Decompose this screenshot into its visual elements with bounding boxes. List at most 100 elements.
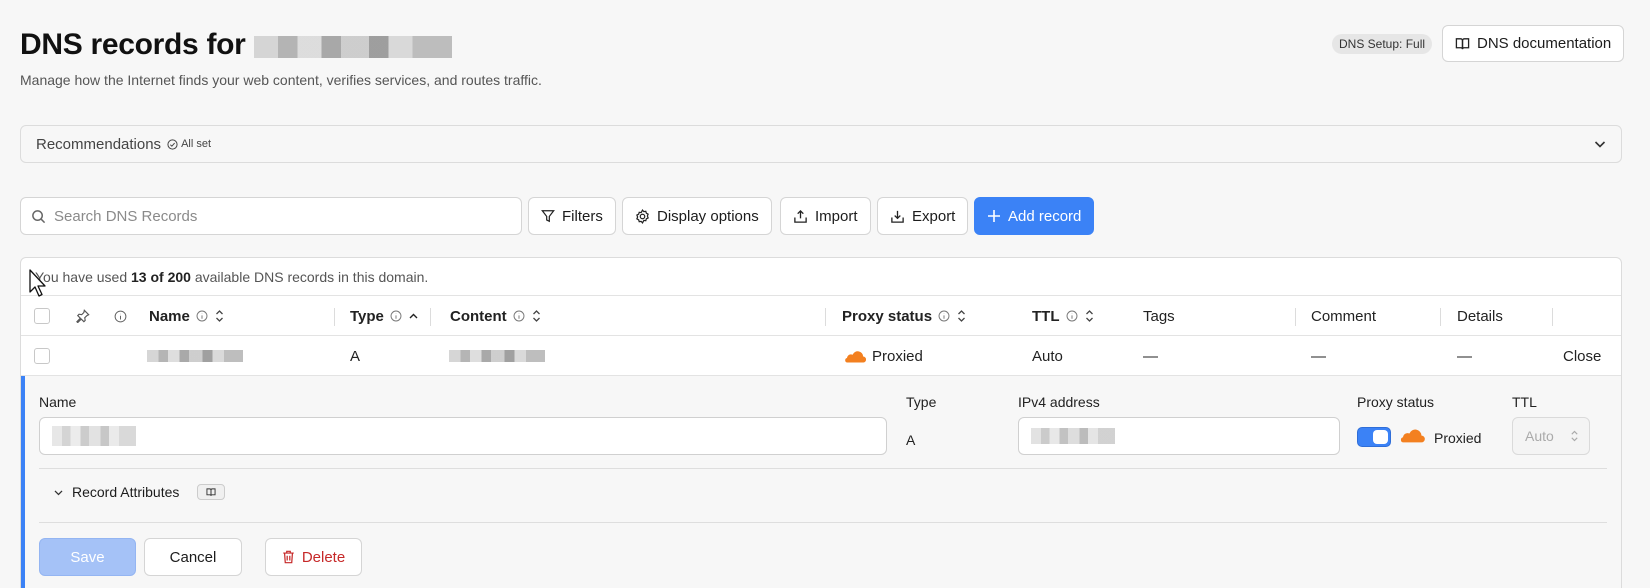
column-header-content[interactable]: Content — [450, 296, 542, 336]
sort-icon[interactable] — [956, 309, 967, 323]
recommendations-badge-text: All set — [181, 138, 212, 150]
column-header-name[interactable]: Name — [149, 296, 225, 336]
cancel-button[interactable]: Cancel — [144, 538, 242, 576]
display-options-label: Display options — [657, 207, 759, 225]
row-proxy-status-label: Proxied — [872, 347, 923, 365]
column-header-name-label: Name — [149, 307, 190, 325]
column-divider — [1295, 308, 1296, 326]
mouse-cursor-icon — [29, 269, 46, 297]
check-circle-icon — [167, 138, 178, 150]
filter-icon — [541, 210, 555, 223]
info-icon — [938, 310, 950, 322]
import-label: Import — [815, 207, 858, 225]
row-checkbox[interactable] — [34, 348, 50, 364]
sort-ascending-icon[interactable] — [408, 311, 419, 321]
column-header-tags: Tags — [1143, 307, 1175, 325]
download-icon — [891, 210, 904, 223]
row-details: — — [1457, 347, 1472, 365]
type-field-value: A — [906, 432, 916, 448]
import-button[interactable]: Import — [780, 197, 871, 235]
add-record-label: Add record — [1008, 207, 1082, 225]
add-record-button[interactable]: Add record — [974, 197, 1095, 235]
column-divider — [334, 308, 335, 326]
dns-records-table: You have used 13 of 200 available DNS re… — [20, 257, 1622, 588]
chevron-down-icon[interactable] — [1593, 137, 1607, 151]
column-divider — [825, 308, 826, 326]
page-title-text: DNS records for — [20, 28, 246, 61]
proxy-status-toggle[interactable] — [1357, 427, 1391, 447]
filters-button[interactable]: Filters — [528, 197, 616, 235]
info-column — [114, 296, 127, 336]
divider — [39, 468, 1607, 469]
usage-count: 13 of 200 — [131, 269, 191, 285]
row-content-cell — [449, 336, 545, 376]
record-attributes-toggle[interactable]: Record Attributes — [53, 484, 226, 500]
column-header-ttl[interactable]: TTL — [1032, 296, 1095, 336]
column-header-ttl-label: TTL — [1032, 307, 1060, 325]
column-divider — [430, 308, 431, 326]
cloud-icon — [1400, 429, 1425, 443]
delete-label: Delete — [301, 548, 346, 566]
info-icon — [1066, 310, 1077, 322]
dns-documentation-button[interactable]: DNS documentation — [1442, 25, 1625, 62]
pin-column — [76, 296, 90, 336]
row-type: A — [350, 347, 361, 365]
sort-icon[interactable] — [1084, 309, 1095, 323]
page-title: DNS records for — [20, 28, 452, 62]
ttl-select[interactable]: Auto — [1512, 417, 1590, 455]
redacted-record-content — [449, 350, 545, 362]
type-field-label: Type — [906, 394, 937, 410]
chevron-up-down-icon — [1571, 430, 1578, 442]
row-ttl: Auto — [1032, 347, 1063, 365]
divider — [39, 522, 1607, 523]
redacted-domain-name — [253, 36, 452, 58]
chevron-down-icon — [54, 489, 63, 495]
column-header-comment: Comment — [1311, 307, 1377, 325]
record-attributes-label: Record Attributes — [72, 484, 180, 500]
recommendations-status: All set — [167, 138, 211, 150]
filters-label: Filters — [562, 207, 603, 225]
info-icon — [196, 310, 208, 322]
ipv4-field-label: IPv4 address — [1018, 394, 1100, 410]
usage-suffix: available DNS records in this domain. — [194, 269, 429, 285]
table-row[interactable]: A Proxied Auto — — — Close — [21, 336, 1621, 376]
select-all-checkbox[interactable] — [34, 308, 50, 324]
usage-prefix: You have used — [35, 269, 128, 285]
search-field[interactable] — [20, 197, 522, 235]
book-icon — [1455, 38, 1470, 50]
page-subtitle: Manage how the Internet finds your web c… — [20, 72, 542, 88]
column-header-details: Details — [1457, 307, 1503, 325]
recommendations-label: Recommendations — [36, 135, 162, 153]
export-button[interactable]: Export — [877, 197, 969, 235]
delete-button[interactable]: Delete — [265, 538, 362, 576]
search-input[interactable] — [54, 207, 494, 225]
display-options-button[interactable]: Display options — [622, 197, 772, 235]
proxy-status-value: Proxied — [1434, 430, 1482, 446]
select-all-cell — [34, 296, 50, 336]
column-header-type[interactable]: Type — [350, 296, 419, 336]
column-header-proxy-status[interactable]: Proxy status — [842, 296, 967, 336]
info-icon — [114, 310, 127, 322]
row-tags: — — [1143, 347, 1158, 365]
column-header-content-label: Content — [450, 307, 507, 325]
export-label: Export — [912, 207, 956, 225]
ipv4-address-field[interactable] — [1018, 417, 1340, 455]
sort-icon[interactable] — [214, 309, 225, 323]
dns-setup-badge: DNS Setup: Full — [1332, 34, 1433, 54]
cloud-icon — [845, 351, 866, 363]
ttl-select-value: Auto — [1525, 428, 1554, 444]
row-proxy-status-cell: Proxied — [842, 336, 923, 376]
sort-icon[interactable] — [531, 309, 542, 323]
row-checkbox-cell — [34, 336, 50, 376]
name-field[interactable] — [39, 417, 887, 455]
book-icon — [206, 488, 216, 496]
save-button[interactable]: Save — [39, 538, 136, 576]
docs-link[interactable] — [197, 484, 226, 500]
proxy-status-field-label: Proxy status — [1357, 394, 1435, 410]
recommendations-panel[interactable]: Recommendations All set — [20, 125, 1622, 163]
row-close-link[interactable]: Close — [1563, 336, 1601, 376]
redacted-name-value — [52, 426, 136, 446]
record-edit-panel: Name Type A IPv4 address Proxy status Pr… — [21, 376, 1621, 588]
column-divider — [1440, 308, 1441, 326]
info-icon — [513, 310, 525, 322]
